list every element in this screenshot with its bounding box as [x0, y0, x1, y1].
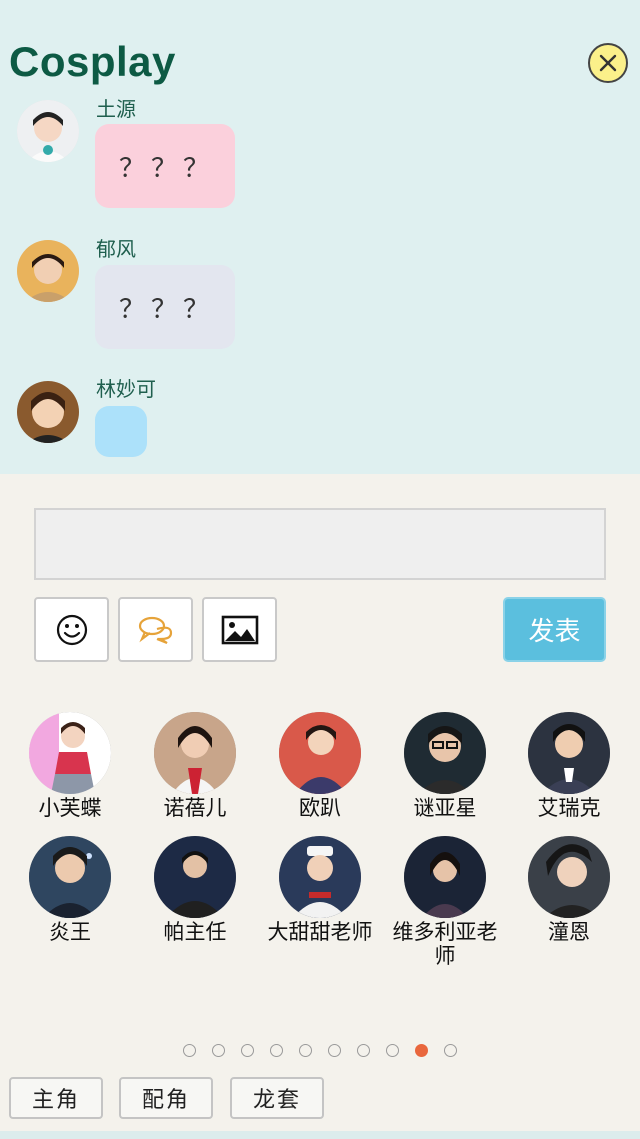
- page-dot[interactable]: [212, 1044, 225, 1057]
- page-dot-active[interactable]: [415, 1044, 428, 1057]
- chat-area: Cosplay 土源 ？？？ 郁风 ？？？ 林妙可: [0, 0, 640, 474]
- character-item[interactable]: 欧趴: [258, 712, 382, 820]
- page-dot[interactable]: [270, 1044, 283, 1057]
- page-dot[interactable]: [328, 1044, 341, 1057]
- page-dot[interactable]: [444, 1044, 457, 1057]
- character-item[interactable]: 艾瑞克: [507, 712, 631, 820]
- sender-name: 林妙可: [96, 377, 156, 401]
- category-button-extra[interactable]: 龙套: [230, 1077, 324, 1119]
- page-dot[interactable]: [357, 1044, 370, 1057]
- sender-name: 土源: [96, 97, 136, 121]
- page-dot[interactable]: [386, 1044, 399, 1057]
- character-name: 小芙蝶: [38, 796, 102, 820]
- character-name: 大甜甜老师: [267, 920, 373, 944]
- page-dot[interactable]: [183, 1044, 196, 1057]
- page-indicator: [0, 1044, 640, 1058]
- avatar[interactable]: [17, 240, 79, 302]
- character-avatar: [279, 712, 361, 794]
- character-avatar: [29, 712, 111, 794]
- speech-bubbles-icon: [138, 616, 172, 644]
- category-button-supporting[interactable]: 配角: [119, 1077, 213, 1119]
- character-item[interactable]: 谜亚星: [383, 712, 507, 820]
- avatar[interactable]: [17, 100, 79, 162]
- page-dot[interactable]: [241, 1044, 254, 1057]
- character-item[interactable]: 维多利亚老师: [383, 836, 507, 968]
- character-item[interactable]: 大甜甜老师: [258, 836, 382, 944]
- app-title: Cosplay: [9, 38, 176, 85]
- character-avatar: [279, 836, 361, 918]
- image-icon: [221, 615, 258, 644]
- character-name: 帕主任: [163, 920, 227, 944]
- message-bubble: [95, 406, 147, 457]
- character-item[interactable]: 潼恩: [507, 836, 631, 944]
- message-bubble: ？？？: [95, 265, 235, 349]
- character-name: 诺蓓儿: [163, 796, 227, 820]
- quick-reply-button[interactable]: [118, 597, 193, 662]
- close-button[interactable]: [588, 43, 628, 83]
- category-button-lead[interactable]: 主角: [9, 1077, 103, 1119]
- character-name: 欧趴: [299, 796, 341, 820]
- sender-name: 郁风: [96, 237, 136, 261]
- character-item[interactable]: 炎王: [8, 836, 132, 944]
- image-button[interactable]: [202, 597, 277, 662]
- character-avatar: [404, 836, 486, 918]
- character-name: 艾瑞克: [537, 796, 601, 820]
- character-name: 维多利亚老师: [392, 920, 498, 968]
- character-name: 潼恩: [548, 920, 590, 944]
- character-item[interactable]: 小芙蝶: [8, 712, 132, 820]
- bottom-strip: [0, 1131, 640, 1139]
- character-item[interactable]: 诺蓓儿: [133, 712, 257, 820]
- character-item[interactable]: 帕主任: [133, 836, 257, 944]
- character-avatar: [528, 836, 610, 918]
- character-name: 谜亚星: [413, 796, 477, 820]
- character-avatar: [154, 712, 236, 794]
- page-dot[interactable]: [299, 1044, 312, 1057]
- message-bubble: ？？？: [95, 124, 235, 208]
- avatar[interactable]: [17, 381, 79, 443]
- character-avatar: [404, 712, 486, 794]
- send-button[interactable]: 发表: [503, 597, 606, 662]
- character-name: 炎王: [49, 920, 91, 944]
- character-avatar: [528, 712, 610, 794]
- emoji-button[interactable]: [34, 597, 109, 662]
- character-avatar: [154, 836, 236, 918]
- smiley-icon: [56, 614, 87, 645]
- close-icon: [599, 54, 617, 72]
- message-input[interactable]: [34, 508, 606, 580]
- character-avatar: [29, 836, 111, 918]
